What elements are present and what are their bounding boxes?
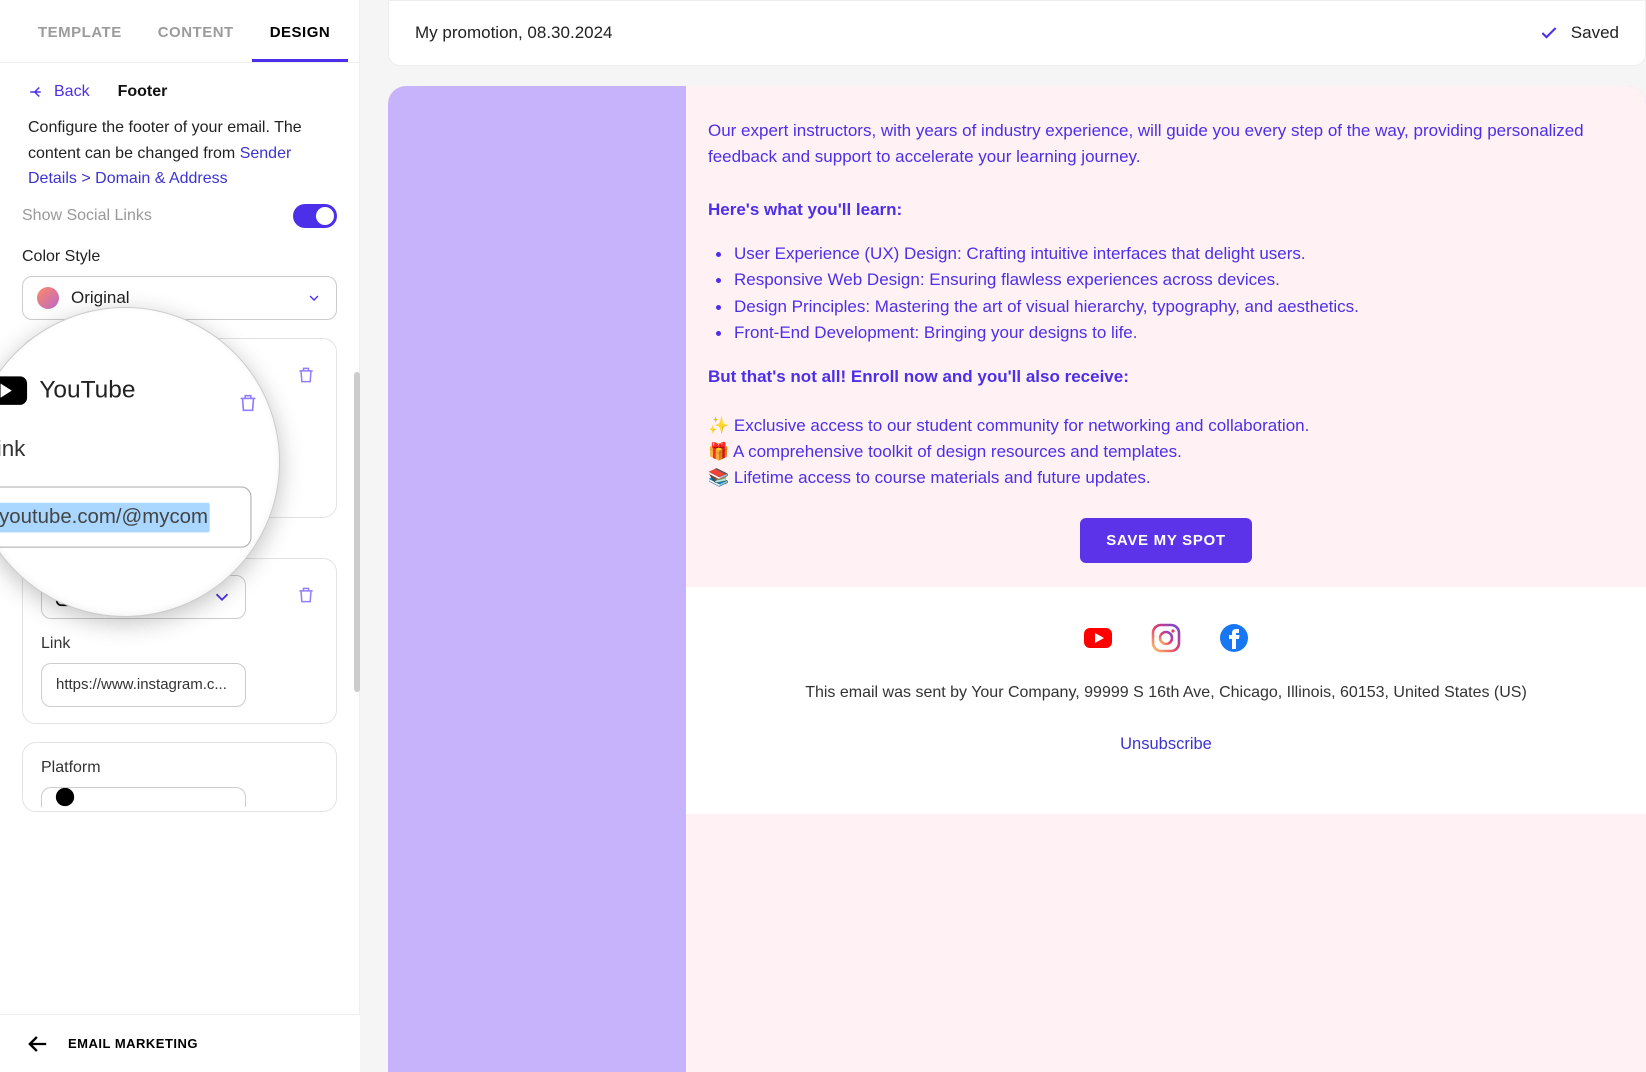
platform-label: Platform [41,759,318,777]
instagram-link-input[interactable] [41,663,246,707]
bottom-bar[interactable]: EMAIL MARKETING [0,1014,360,1072]
extra-line: 🎁 A comprehensive toolkit of design reso… [708,439,1624,465]
email-intro: Our expert instructors, with years of in… [708,118,1624,171]
show-social-label: Show Social Links [22,207,152,225]
youtube-icon[interactable] [1083,623,1113,653]
platform-select-facebook[interactable] [41,787,246,807]
instagram-icon[interactable] [1151,623,1181,653]
youtube-link-value: .youtube.com/@mycom [0,502,210,532]
but-header: But that's not all! Enroll now and you'l… [708,364,1624,390]
arrow-left-icon [28,83,46,101]
youtube-link-input[interactable]: .youtube.com/@mycom [0,486,251,547]
magnifier-platform: YouTube [39,376,135,405]
footer-description: Configure the footer of your email. The … [0,115,359,200]
chevron-down-icon [306,290,322,306]
email-preview: Our expert instructors, with years of in… [686,86,1646,1072]
learn-bullet: User Experience (UX) Design: Crafting in… [708,241,1624,267]
sidebar-tabs: TEMPLATE CONTENT DESIGN [0,0,359,63]
learn-bullet: Front-End Development: Bringing your des… [708,320,1624,346]
show-social-row: Show Social Links [22,204,337,228]
arrow-left-icon [24,1030,52,1058]
chevron-down-icon [211,586,233,608]
learn-bullets: User Experience (UX) Design: Crafting in… [708,241,1624,346]
gradient-swatch-icon [37,287,59,309]
color-style-select[interactable]: Original [22,276,337,320]
section-title: Footer [118,83,168,101]
magnifier-link-label: Link [0,435,266,462]
subheader: Back Footer [0,63,359,115]
extra-line: 📚 Lifetime access to course materials an… [708,465,1624,491]
saved-label: Saved [1571,23,1619,43]
cta-button[interactable]: SAVE MY SPOT [1080,518,1252,563]
social-card-facebook: Platform [22,742,337,812]
facebook-icon [54,787,76,807]
email-footer: This email was sent by Your Company, 999… [686,587,1646,814]
footer-social-row [708,623,1624,653]
color-style-label: Color Style [22,248,337,266]
doc-title: My promotion, 08.30.2024 [415,23,613,43]
check-icon [1539,23,1559,43]
learn-bullet: Design Principles: Mastering the art of … [708,294,1624,320]
back-button[interactable]: Back [28,83,90,101]
topbar: My promotion, 08.30.2024 Saved [388,0,1646,66]
show-social-toggle[interactable] [293,204,337,228]
canvas: Our expert instructors, with years of in… [388,86,1646,1072]
sent-by-text: This email was sent by Your Company, 999… [708,681,1624,705]
design-sidebar: TEMPLATE CONTENT DESIGN Back Footer Conf… [0,0,360,1072]
saved-indicator: Saved [1539,23,1619,43]
link-label: Link [41,635,318,653]
bottom-bar-label: EMAIL MARKETING [68,1036,198,1051]
unsubscribe-link[interactable]: Unsubscribe [1120,735,1212,754]
learn-header: Here's what you'll learn: [708,197,1624,223]
extra-line: ✨ Exclusive access to our student commun… [708,413,1624,439]
sidebar-scrollbar[interactable] [354,372,360,692]
facebook-icon[interactable] [1219,623,1249,653]
learn-bullet: Responsive Web Design: Ensuring flawless… [708,267,1624,293]
youtube-icon [0,376,27,405]
trash-icon[interactable] [296,365,316,385]
color-style-value: Original [71,288,130,308]
tab-content[interactable]: CONTENT [140,0,252,62]
tab-template[interactable]: TEMPLATE [20,0,140,62]
tab-design[interactable]: DESIGN [252,0,349,62]
back-label: Back [54,83,90,101]
trash-icon[interactable] [296,585,316,605]
